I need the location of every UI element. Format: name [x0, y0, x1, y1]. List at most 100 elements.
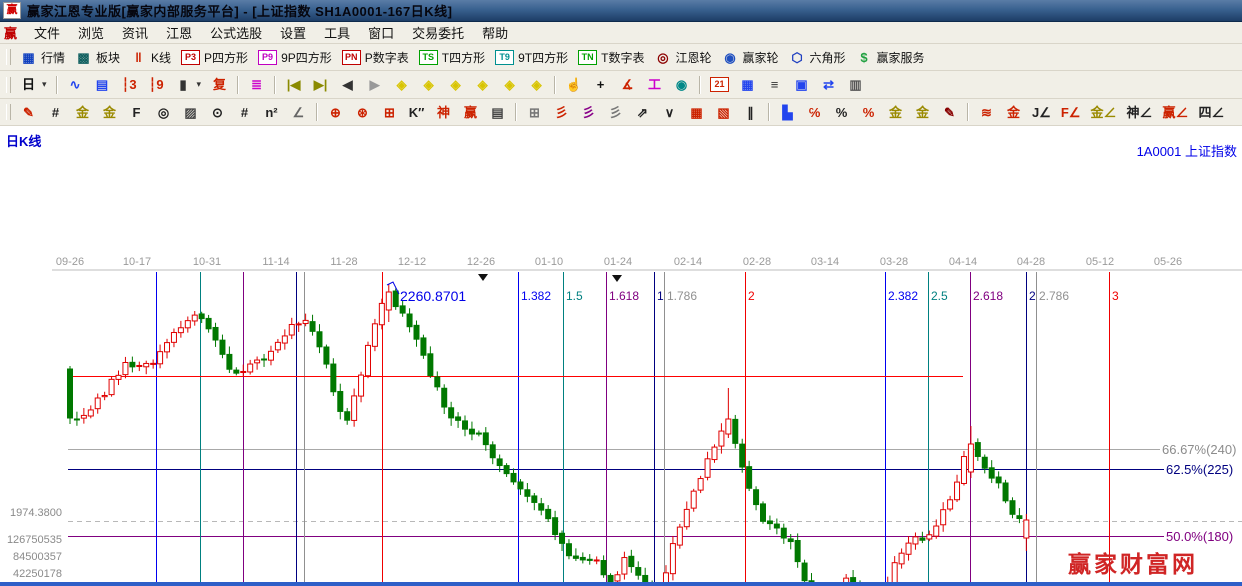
overlay-3-icon[interactable]: ┆3 — [116, 74, 143, 95]
win-angle-tool[interactable]: 赢∠ — [1158, 102, 1194, 123]
f-grid-tool[interactable]: F — [123, 102, 150, 123]
winner-wheel-button[interactable]: ◉ 赢家轮 — [716, 47, 783, 68]
golden-grid-2-tool[interactable]: 金 — [96, 102, 123, 123]
golden-circle-tool[interactable]: 金 — [882, 102, 909, 123]
p-number-table-button[interactable]: PN P数字表 — [337, 47, 414, 68]
kline-chart[interactable]: 09-26 10-17 10-31 11-14 11-28 12-12 12-26 01-10… — [0, 126, 1242, 586]
save-button[interactable]: ▣ — [788, 74, 815, 95]
red-grid-arrow-tool[interactable]: ▧ — [710, 102, 737, 123]
spiral-tool[interactable]: ◎ — [150, 102, 177, 123]
notes-button[interactable]: ≡ — [761, 74, 788, 95]
next-bar-button[interactable]: ▶ — [361, 74, 388, 95]
menu-item-1[interactable]: 文件 — [25, 24, 69, 43]
percent-line-tool[interactable]: ℅ — [801, 102, 828, 123]
parallel-lines-tool[interactable]: ∥ — [737, 102, 764, 123]
p-square-button[interactable]: P3 P四方形 — [176, 47, 253, 68]
print-button[interactable]: ▥ — [842, 74, 869, 95]
menu-item-4[interactable]: 江恩 — [157, 24, 201, 43]
9t-square-button[interactable]: T9 9T四方形 — [490, 47, 573, 68]
grid-tool[interactable]: # — [42, 102, 69, 123]
prev-bar-button[interactable]: ◀ — [334, 74, 361, 95]
time-circle-tool[interactable]: ⊙ — [204, 102, 231, 123]
n-square-tool[interactable]: n² — [258, 102, 285, 123]
chart-area[interactable]: 09-26 10-17 10-31 11-14 11-28 12-12 12-26 01-10… — [0, 126, 1242, 586]
ruler-123-tool[interactable]: ▤ — [484, 102, 511, 123]
red-grid-tool[interactable]: ▦ — [683, 102, 710, 123]
hexagon-button[interactable]: ⬡ 六角形 — [784, 47, 851, 68]
angle-line-tool[interactable]: ∠ — [285, 102, 312, 123]
menu-item-10[interactable]: 帮助 — [473, 24, 517, 43]
percent-tool[interactable]: % — [828, 102, 855, 123]
menu-item-6[interactable]: 设置 — [271, 24, 315, 43]
box-arrows-tool[interactable]: ⊞ — [521, 102, 548, 123]
golden-grid-tool[interactable]: 金 — [69, 102, 96, 123]
trend-chart-icon[interactable]: ∿ — [62, 74, 89, 95]
t-square-button[interactable]: TS T四方形 — [414, 47, 490, 68]
pen-tool[interactable]: ✎ — [15, 102, 42, 123]
crosshair-tool-button[interactable]: + — [587, 74, 614, 95]
candle-body — [281, 335, 288, 344]
restore-rights-icon[interactable]: 复 — [206, 74, 233, 95]
fan-box-gray-tool[interactable]: 彡 — [602, 102, 629, 123]
winner-service-button[interactable]: $ 赢家服务 — [851, 47, 930, 68]
candle-body — [482, 432, 489, 446]
drawing-toolbar: ✎ # 金金 F ◎ ▨ ⊙ # n² ∠ ⊕ ⊛ ⊞ K″ 神赢 ▤ ⊞ 彡彡彡 ⇗ ∨ ▦ ▧ ∥ ▙ ℅%% 金金 ✎ ≋ 金 J∠… — [0, 99, 1242, 126]
percent-red-tool[interactable]: % — [855, 102, 882, 123]
diamond-move-button[interactable]: ◈ — [523, 74, 550, 95]
export-button[interactable]: ⇄ — [815, 74, 842, 95]
k-mark-tool[interactable]: K″ — [403, 102, 430, 123]
chip-distribution-icon[interactable]: ≣ — [243, 74, 270, 95]
circle-target-tool[interactable]: ⊕ — [322, 102, 349, 123]
gann-tool-button[interactable]: 工 — [641, 74, 668, 95]
diamond-shrink-button[interactable]: ◈ — [469, 74, 496, 95]
f-angle-tool[interactable]: F∠ — [1056, 102, 1086, 123]
golden-line-tool[interactable]: 金 — [909, 102, 936, 123]
menu-item-5[interactable]: 公式选股 — [201, 24, 271, 43]
candle-style-dropdown[interactable]: ▮ ▾ — [170, 74, 207, 95]
arrow-fan-tool[interactable]: ⇗ — [629, 102, 656, 123]
diamond-expand-button[interactable]: ◈ — [442, 74, 469, 95]
sectors-button[interactable]: ▩ 板块 — [70, 47, 125, 68]
win-grid-tool[interactable]: 赢 — [457, 102, 484, 123]
market-quotes-button[interactable]: ▦ 行情 — [15, 47, 70, 68]
golden-angle-tool[interactable]: 金∠ — [1086, 102, 1122, 123]
angle-measure-button[interactable]: ∡ — [614, 74, 641, 95]
menu-item-3[interactable]: 资讯 — [113, 24, 157, 43]
diamond-right-button[interactable]: ◈ — [415, 74, 442, 95]
diamond-left-button[interactable]: ◈ — [388, 74, 415, 95]
grid-2-tool[interactable]: # — [231, 102, 258, 123]
hand-tool-button[interactable]: ☝ — [560, 74, 587, 95]
brush-tool[interactable]: ✎ — [936, 102, 963, 123]
star-wheel-tool[interactable]: ⊛ — [349, 102, 376, 123]
golden-box-tool[interactable]: 金 — [1000, 102, 1027, 123]
menu-item-8[interactable]: 窗口 — [359, 24, 403, 43]
menu-item-2[interactable]: 浏览 — [69, 24, 113, 43]
calendar-button[interactable]: 21 — [705, 75, 734, 94]
v-lines-tool[interactable]: ∨ — [656, 102, 683, 123]
gann-wheel-button[interactable]: ◎ 江恩轮 — [649, 47, 716, 68]
shen-angle-tool[interactable]: 神∠ — [1122, 102, 1158, 123]
last-page-button[interactable]: ▶| — [307, 74, 334, 95]
wave-tool[interactable]: ≋ — [973, 102, 1000, 123]
period-day-dropdown[interactable]: 日 ▾ — [15, 74, 52, 95]
shen-grid-tool[interactable]: 神 — [430, 102, 457, 123]
9p-square-button[interactable]: P9 9P四方形 — [253, 47, 337, 68]
bar-steps-tool[interactable]: ▙ — [774, 102, 801, 123]
overlay-9-icon[interactable]: ┆9 — [143, 74, 170, 95]
info-f10-icon[interactable]: ▤ — [89, 74, 116, 95]
kline-button[interactable]: ‖ K线 — [125, 47, 176, 68]
menu-item-7[interactable]: 工具 — [315, 24, 359, 43]
first-page-button[interactable]: |◀ — [280, 74, 307, 95]
shade-grid-tool[interactable]: ▨ — [177, 102, 204, 123]
gann-fan-tool[interactable]: 彡 — [548, 102, 575, 123]
calculator-button[interactable]: ▦ — [734, 74, 761, 95]
cycle-tool-button[interactable]: ◉ — [668, 74, 695, 95]
menu-item-9[interactable]: 交易委托 — [403, 24, 473, 43]
diamond-compress-button[interactable]: ◈ — [496, 74, 523, 95]
si-angle-tool[interactable]: 四∠ — [1194, 102, 1230, 123]
fan-box-purple-tool[interactable]: 彡 — [575, 102, 602, 123]
t-number-table-button[interactable]: TN T数字表 — [573, 47, 649, 68]
square-wheel-tool[interactable]: ⊞ — [376, 102, 403, 123]
candle-body — [143, 362, 150, 368]
j-angle-tool[interactable]: J∠ — [1027, 102, 1056, 123]
